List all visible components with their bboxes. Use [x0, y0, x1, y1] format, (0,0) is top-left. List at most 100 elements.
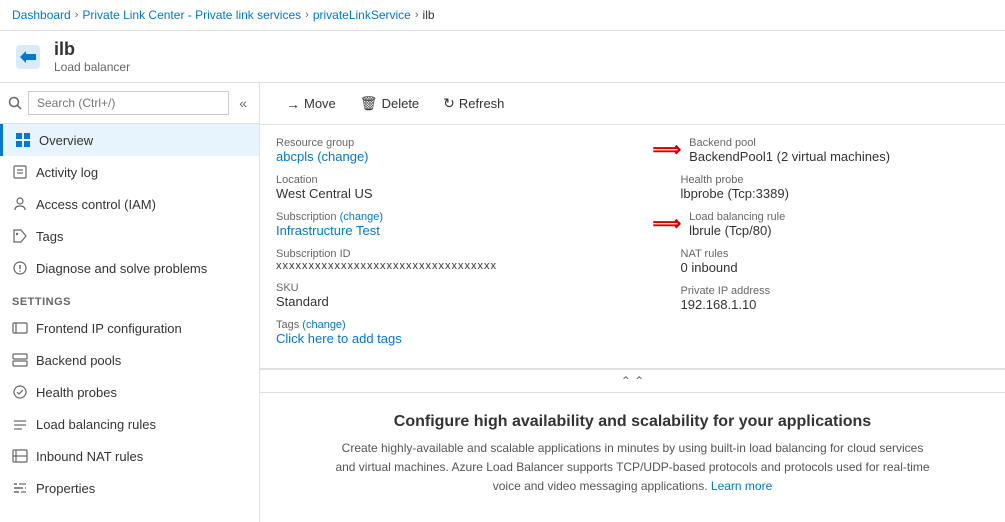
- details-right-col: ⟹ Backend pool BackendPool1 (2 virtual m…: [633, 137, 990, 356]
- frontend-icon: [12, 320, 28, 336]
- detail-backend-pool-label: Backend pool: [689, 137, 890, 149]
- detail-lb-rule-value: lbrule (Tcp/80): [689, 223, 785, 238]
- refresh-icon: ↻: [443, 95, 455, 112]
- detail-backend-pool-value: BackendPool1 (2 virtual machines): [689, 149, 890, 164]
- sidebar-item-overview[interactable]: Overview: [0, 124, 259, 156]
- resource-header: ilb Load balancer: [0, 31, 1005, 83]
- resource-type: Load balancer: [54, 60, 130, 74]
- section-collapse: ⌃ ⌃: [260, 369, 1005, 392]
- collapse-sidebar-button[interactable]: «: [235, 93, 251, 113]
- sidebar-item-health-label: Health probes: [36, 385, 117, 400]
- sidebar: « Overview Activity log: [0, 83, 260, 522]
- details-left-col: Resource group abcpls (change) Location …: [276, 137, 633, 356]
- resource-group-link[interactable]: abcpls: [276, 149, 314, 164]
- cta-banner: Configure high availability and scalabil…: [260, 392, 1005, 517]
- overview-icon: [15, 132, 31, 148]
- sidebar-item-properties-label: Properties: [36, 481, 95, 496]
- activity-log-icon: [12, 164, 28, 180]
- detail-tags: Tags (change) Click here to add tags: [276, 319, 613, 346]
- resource-group-change[interactable]: (change): [317, 149, 368, 164]
- backend-icon: [12, 352, 28, 368]
- breadcrumb-service[interactable]: privateLinkService: [313, 8, 411, 22]
- detail-health-probe: Health probe lbprobe (Tcp:3389): [653, 174, 990, 201]
- sidebar-item-tags[interactable]: Tags: [0, 220, 259, 252]
- detail-resource-group-label: Resource group: [276, 137, 613, 149]
- content-area: → Move 🗑 Delete ↻ Refresh Resource group…: [260, 83, 1005, 522]
- detail-lb-rule: ⟹ Load balancing rule lbrule (Tcp/80): [653, 211, 990, 238]
- sidebar-item-access-label: Access control (IAM): [36, 197, 156, 212]
- detail-backend-pool: ⟹ Backend pool BackendPool1 (2 virtual m…: [653, 137, 990, 164]
- detail-tags-label: Tags (change): [276, 319, 613, 331]
- toolbar: → Move 🗑 Delete ↻ Refresh: [260, 83, 1005, 125]
- breadcrumb-sep-2: ›: [305, 9, 309, 21]
- detail-nat-rules-value: 0 inbound: [681, 260, 990, 275]
- sidebar-item-lb-rules[interactable]: Load balancing rules ⟸: [0, 408, 259, 440]
- detail-location-label: Location: [276, 174, 613, 186]
- move-label: Move: [304, 96, 336, 111]
- sidebar-item-frontend-ip[interactable]: Frontend IP configuration ⟸: [0, 312, 259, 344]
- sidebar-item-lb-rules-label: Load balancing rules: [36, 417, 156, 432]
- sidebar-item-diagnose[interactable]: Diagnose and solve problems: [0, 252, 259, 284]
- detail-tags-value[interactable]: Click here to add tags: [276, 331, 613, 346]
- detail-subscription-value[interactable]: Infrastructure Test: [276, 223, 613, 238]
- delete-button[interactable]: 🗑 Delete: [350, 91, 429, 116]
- delete-icon: 🗑: [360, 95, 378, 112]
- lb-rules-icon: [12, 416, 28, 432]
- resource-info: ilb Load balancer: [54, 39, 130, 74]
- delete-label: Delete: [382, 96, 420, 111]
- detail-private-ip-value: 192.168.1.10: [681, 297, 990, 312]
- sidebar-item-frontend-label: Frontend IP configuration: [36, 321, 182, 336]
- sidebar-item-health-probes[interactable]: Health probes: [0, 376, 259, 408]
- detail-sku-value: Standard: [276, 294, 613, 309]
- properties-icon: [12, 480, 28, 496]
- collapse-button[interactable]: ⌃ ⌃: [621, 374, 644, 388]
- breadcrumb-private-link[interactable]: Private Link Center - Private link servi…: [82, 8, 301, 22]
- search-input[interactable]: [28, 91, 229, 115]
- detail-sku-label: SKU: [276, 282, 613, 294]
- move-button[interactable]: → Move: [276, 92, 346, 116]
- detail-sku: SKU Standard: [276, 282, 613, 309]
- refresh-button[interactable]: ↻ Refresh: [433, 91, 514, 116]
- sidebar-item-backend-pools[interactable]: Backend pools ⟸: [0, 344, 259, 376]
- refresh-label: Refresh: [459, 96, 505, 111]
- sidebar-item-activity-log[interactable]: Activity log: [0, 156, 259, 188]
- tags-change[interactable]: (change): [302, 319, 345, 331]
- sidebar-item-tags-label: Tags: [36, 229, 63, 244]
- subscription-change[interactable]: (change): [340, 211, 383, 223]
- detail-private-ip: Private IP address 192.168.1.10: [653, 285, 990, 312]
- search-icon: [8, 96, 22, 110]
- detail-health-probe-value: lbprobe (Tcp:3389): [681, 186, 990, 201]
- tags-icon: [12, 228, 28, 244]
- health-icon: [12, 384, 28, 400]
- resource-name: ilb: [54, 39, 130, 60]
- detail-subscription-label: Subscription (change): [276, 211, 613, 223]
- detail-resource-group: Resource group abcpls (change): [276, 137, 613, 164]
- sidebar-item-properties[interactable]: Properties: [0, 472, 259, 504]
- detail-resource-group-value[interactable]: abcpls (change): [276, 149, 613, 164]
- detail-subscription-id-label: Subscription ID: [276, 248, 613, 260]
- access-control-icon: [12, 196, 28, 212]
- sidebar-item-overview-label: Overview: [39, 133, 93, 148]
- detail-nat-rules-label: NAT rules: [681, 248, 990, 260]
- breadcrumb-dashboard[interactable]: Dashboard: [12, 8, 71, 22]
- learn-more-link[interactable]: Learn more: [711, 479, 772, 493]
- move-icon: →: [286, 96, 300, 112]
- detail-private-ip-label: Private IP address: [681, 285, 990, 297]
- detail-location-value: West Central US: [276, 186, 613, 201]
- sidebar-item-backend-label: Backend pools: [36, 353, 121, 368]
- sidebar-item-diagnose-label: Diagnose and solve problems: [36, 261, 207, 276]
- detail-subscription: Subscription (change) Infrastructure Tes…: [276, 211, 613, 238]
- backend-pool-arrow: ⟹: [653, 137, 682, 162]
- sidebar-item-access-control[interactable]: Access control (IAM): [0, 188, 259, 220]
- detail-location: Location West Central US: [276, 174, 613, 201]
- breadcrumb: Dashboard › Private Link Center - Privat…: [0, 0, 1005, 31]
- detail-lb-rule-label: Load balancing rule: [689, 211, 785, 223]
- details-grid: Resource group abcpls (change) Location …: [260, 125, 1005, 369]
- detail-nat-rules: NAT rules 0 inbound: [653, 248, 990, 275]
- cta-desc-text: Create highly-available and scalable app…: [335, 441, 929, 493]
- detail-health-probe-label: Health probe: [681, 174, 990, 186]
- sidebar-item-nat-rules[interactable]: Inbound NAT rules: [0, 440, 259, 472]
- detail-subscription-id: Subscription ID xxxxxxxxxxxxxxxxxxxxxxxx…: [276, 248, 613, 272]
- nat-icon: [12, 448, 28, 464]
- settings-section-label: Settings: [0, 284, 259, 312]
